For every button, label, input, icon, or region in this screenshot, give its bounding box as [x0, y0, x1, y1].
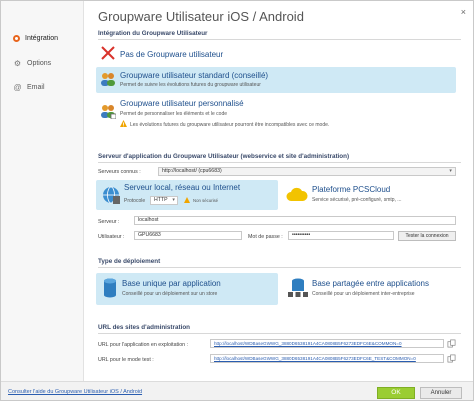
chevron-down-icon: ▾ [172, 197, 175, 203]
warning-icon [120, 120, 127, 127]
server-cloud-description: Service sécurisé, pré-configuré, smtp, .… [312, 197, 402, 203]
shared-database-icon [288, 278, 308, 297]
sidebar-item-options[interactable]: ⚙ Options [13, 59, 51, 68]
server-cloud-title: Plateforme PCSCloud [312, 185, 391, 194]
server-local-title: Serveur local, réseau ou Internet [124, 183, 241, 192]
chevron-down-icon: ▾ [449, 168, 452, 174]
help-link[interactable]: Consulter l'aide du Groupware Utilisateu… [8, 389, 142, 395]
dialog-footer: Consulter l'aide du Groupware Utilisateu… [1, 381, 473, 400]
radio-dot-icon [13, 35, 20, 42]
option-title: Groupware utilisateur standard (conseill… [120, 71, 269, 80]
option-standard-groupware[interactable]: Groupware utilisateur standard (conseill… [96, 67, 456, 93]
option-title: Pas de Groupware utilisateur [120, 50, 224, 59]
option-description: Permet de suivre les évolutions futures … [120, 82, 261, 88]
server-input[interactable]: localhost [134, 216, 456, 225]
test-connection-button[interactable]: Tester la connexion [398, 231, 456, 241]
sidebar-item-email[interactable]: @ Email [13, 83, 45, 92]
integration-section-title: Intégration du Groupware Utilisateur [98, 30, 208, 37]
user-label: Utilisateur : [98, 234, 125, 240]
prod-url-link[interactable]: http://localhost/WDBaseGWWG_3880D6538191… [210, 339, 444, 348]
divider [98, 39, 461, 40]
option-custom-groupware[interactable]: Groupware utilisateur personnalisé Perme… [96, 97, 456, 137]
password-label: Mot de passe : [248, 234, 283, 240]
user-input[interactable]: GPU6683 [134, 231, 242, 240]
database-icon [104, 278, 116, 298]
globe-server-icon [103, 186, 120, 204]
copy-icon[interactable] [447, 354, 456, 363]
users-edit-icon [101, 105, 116, 119]
protocol-warning: Non sécurisé [193, 198, 219, 203]
server-label: Serveur : [98, 219, 120, 225]
close-icon[interactable]: × [461, 7, 466, 17]
users-icon [101, 73, 115, 86]
gear-icon: ⚙ [13, 59, 22, 68]
sidebar: Intégration ⚙ Options @ Email [1, 1, 83, 381]
sidebar-item-label: Intégration [25, 35, 59, 42]
dialog-window: Intégration ⚙ Options @ Email Groupware … [0, 0, 474, 401]
red-cross-icon [101, 46, 115, 60]
known-servers-label: Serveurs connus : [98, 169, 141, 175]
deploy-shared-option[interactable]: Base partagée entre applications Conseil… [282, 273, 456, 305]
server-section-title: Serveur d'application du Groupware Utili… [98, 153, 350, 160]
test-url-label: URL pour le mode test : [98, 357, 154, 363]
divider [98, 162, 461, 163]
sidebar-item-label: Email [27, 84, 45, 91]
sidebar-item-label: Options [27, 60, 52, 67]
ok-button[interactable]: OK [377, 387, 415, 399]
deploy-single-title: Base unique par application [122, 279, 221, 288]
known-servers-select[interactable]: http://localhost/ (cpu6683) ▾ [158, 167, 456, 176]
protocol-value: HTTP [154, 197, 168, 203]
sidebar-item-integration[interactable]: Intégration [13, 35, 58, 42]
deployment-section-title: Type de déploiement [98, 258, 161, 265]
divider [98, 267, 461, 268]
at-icon: @ [13, 83, 22, 92]
page-title: Groupware Utilisateur iOS / Android [98, 9, 304, 24]
option-title: Groupware utilisateur personnalisé [120, 99, 244, 108]
deploy-single-description: Conseillé pour un déploiement sur un sto… [122, 291, 218, 297]
divider [98, 333, 461, 334]
option-description: Permet de personnaliser les éléments et … [120, 111, 228, 117]
test-url-link[interactable]: http://localhost/WDBaseGWWG_3880D6538191… [210, 354, 444, 363]
deploy-single-option[interactable]: Base unique par application Conseillé po… [96, 273, 278, 305]
deploy-shared-description: Conseillé pour un déploiement inter-entr… [312, 291, 415, 297]
protocol-select[interactable]: HTTP ▾ [150, 196, 178, 205]
protocol-label: Protocole [124, 198, 146, 204]
server-local-option[interactable]: Serveur local, réseau ou Internet Protoc… [96, 180, 278, 210]
option-no-groupware[interactable]: Pas de Groupware utilisateur [96, 43, 456, 63]
main-panel: Groupware Utilisateur iOS / Android × In… [83, 1, 473, 381]
admin-section-title: URL des sites d'administration [98, 324, 191, 331]
option-warning: Les évolutions futures du groupware util… [130, 122, 330, 128]
pcscloud-logo-icon [286, 187, 308, 201]
warning-icon [184, 197, 190, 203]
copy-icon[interactable] [447, 339, 456, 348]
deploy-shared-title: Base partagée entre applications [312, 279, 429, 288]
prod-url-label: URL pour l'application en exploitation : [98, 342, 189, 348]
server-cloud-option[interactable]: Plateforme PCSCloud Service sécurisé, pr… [282, 180, 456, 210]
known-servers-value: http://localhost/ (cpu6683) [162, 168, 222, 174]
password-input[interactable]: •••••••••• [288, 231, 394, 240]
cancel-button[interactable]: Annuler [420, 387, 462, 399]
